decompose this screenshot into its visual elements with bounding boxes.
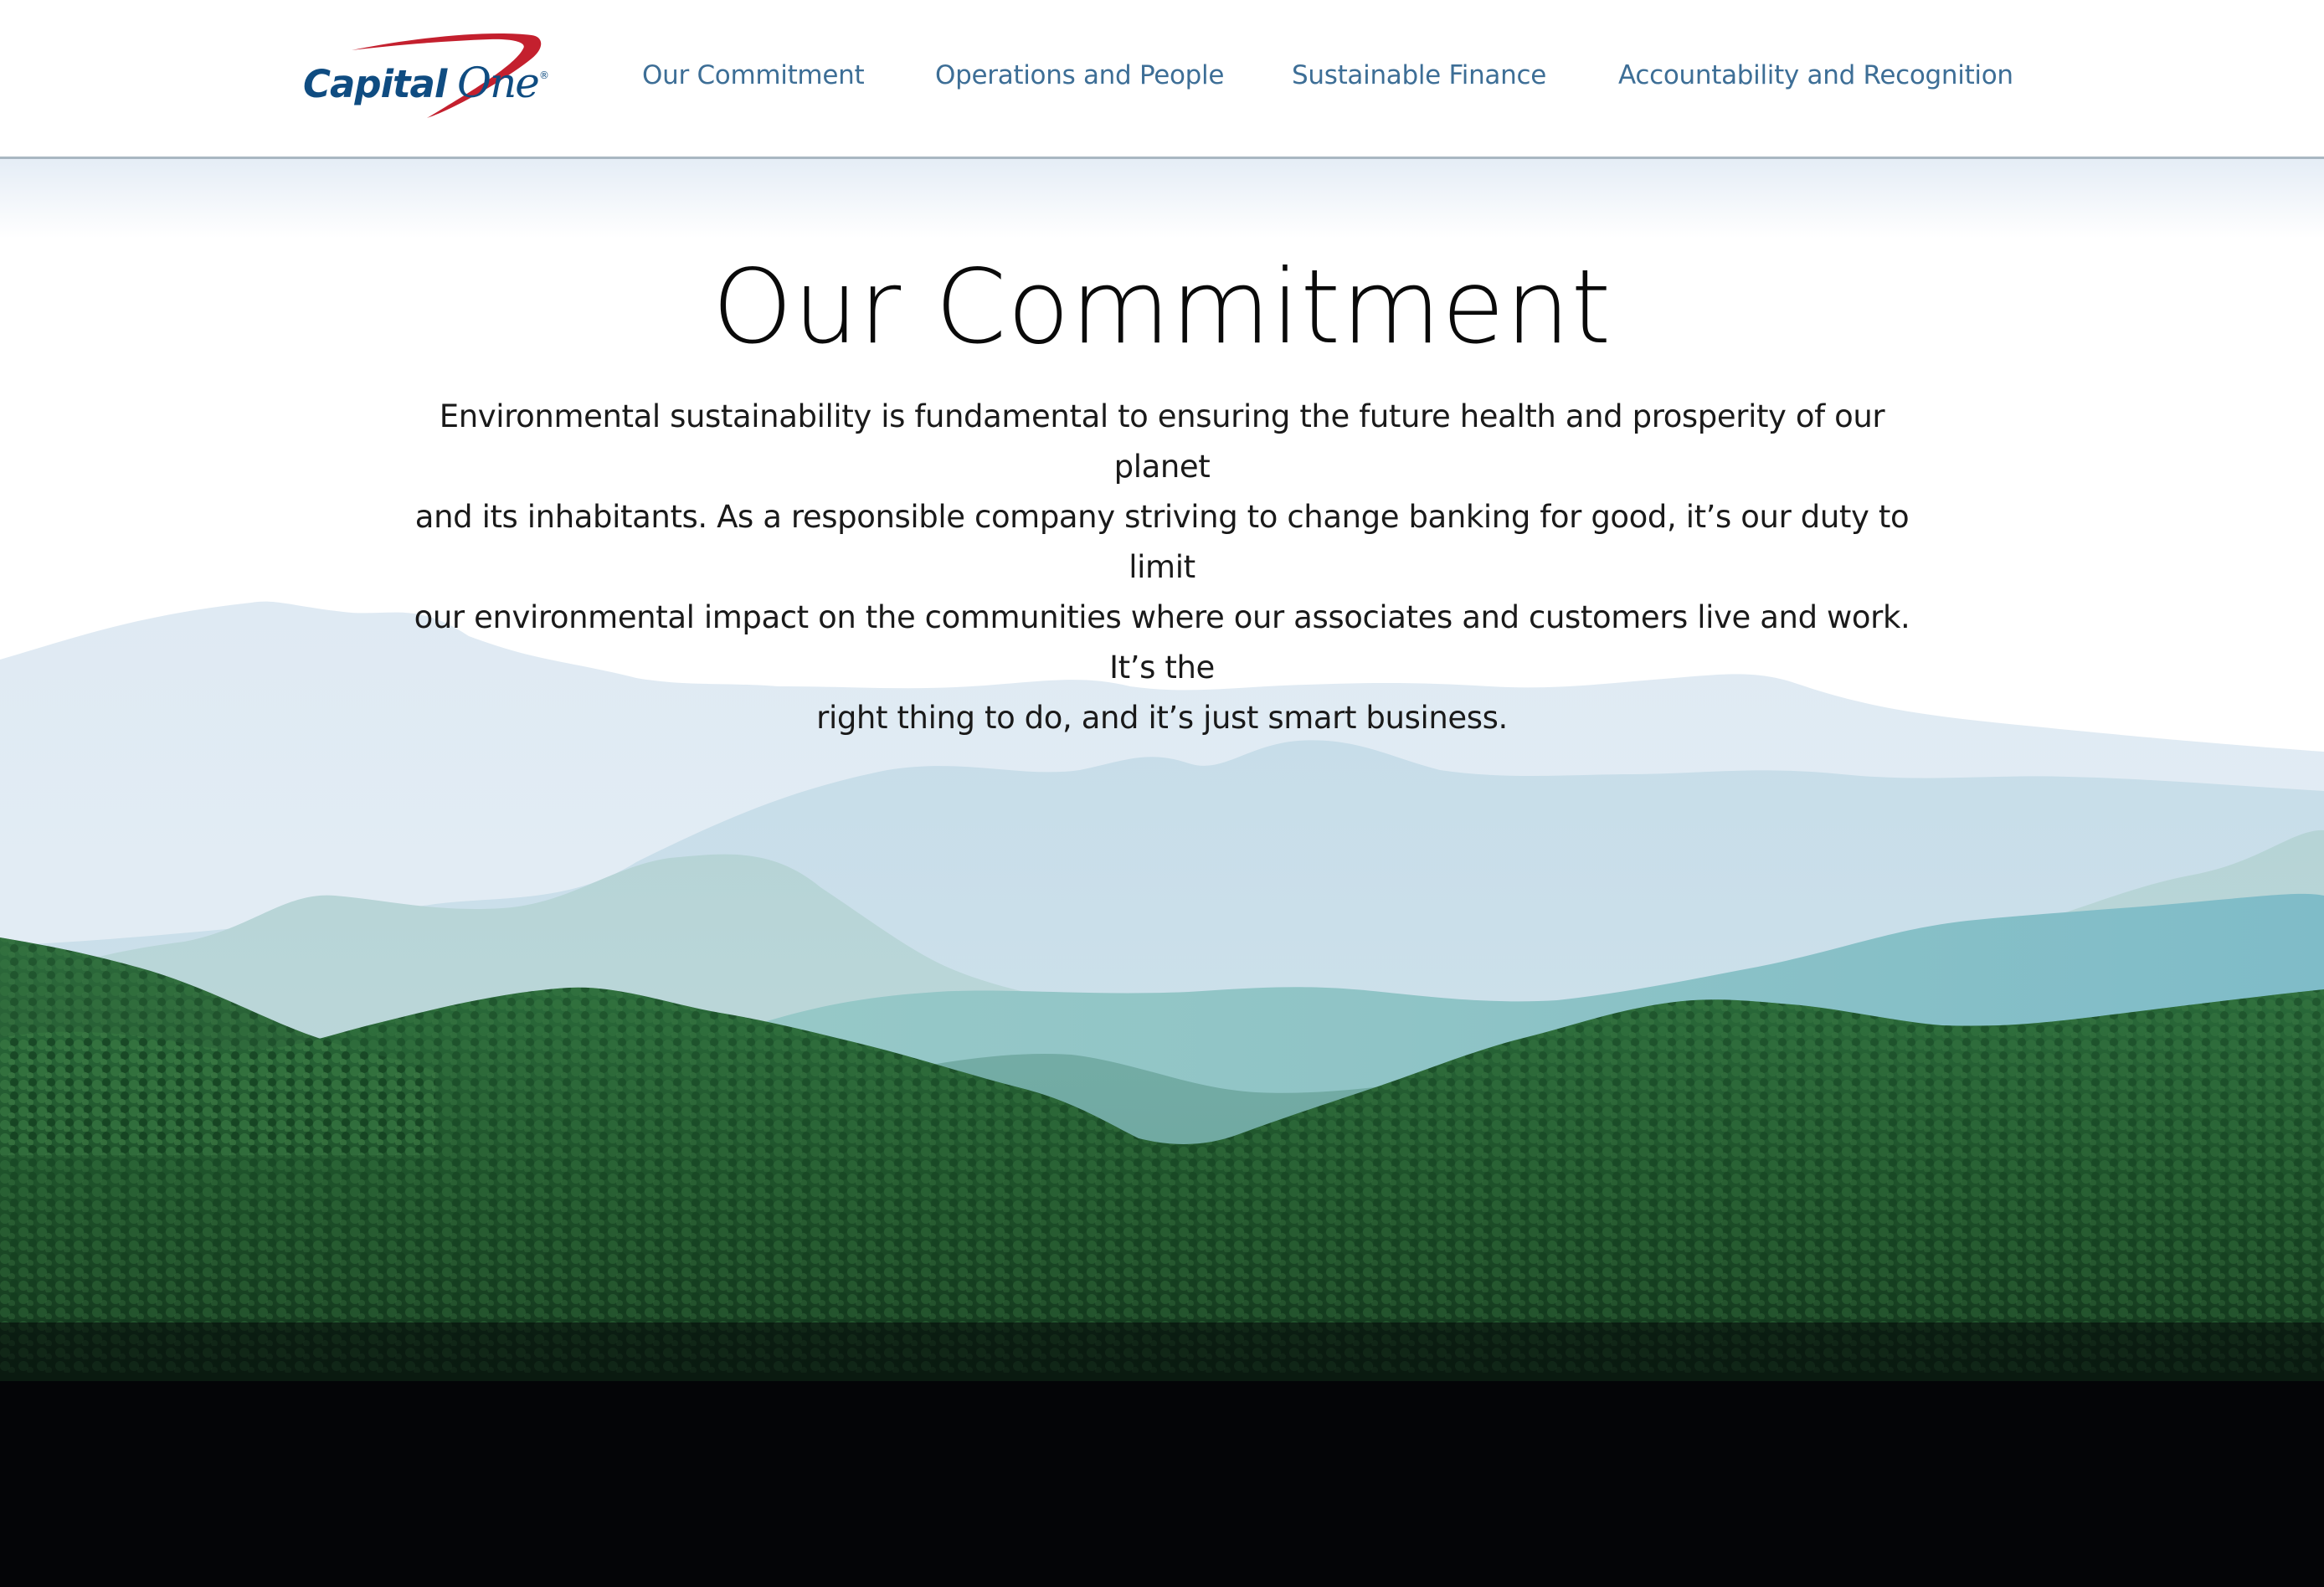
hero-description-line-3: our environmental impact on the communit… [414,599,1910,686]
site-header: Capital One ® Our Commitment Operations … [0,0,2324,159]
hero-description: Environmental sustainability is fundamen… [405,392,1919,743]
nav-operations-and-people[interactable]: Operations and People [935,60,1224,91]
hero-description-line-1: Environmental sustainability is fundamen… [439,398,1885,485]
nav-accountability-and-recognition[interactable]: Accountability and Recognition [1618,60,2013,91]
main-nav: Our Commitment Operations and People Sus… [0,0,2324,159]
nav-sustainable-finance[interactable]: Sustainable Finance [1292,60,1546,91]
page-title: Our Commitment [712,248,1612,367]
nav-our-commitment[interactable]: Our Commitment [642,60,865,91]
hero-description-line-2: and its inhabitants. As a responsible co… [414,499,1910,585]
hero-description-line-4: right thing to do, and it’s just smart b… [816,700,1508,736]
header-fade [0,159,2324,239]
